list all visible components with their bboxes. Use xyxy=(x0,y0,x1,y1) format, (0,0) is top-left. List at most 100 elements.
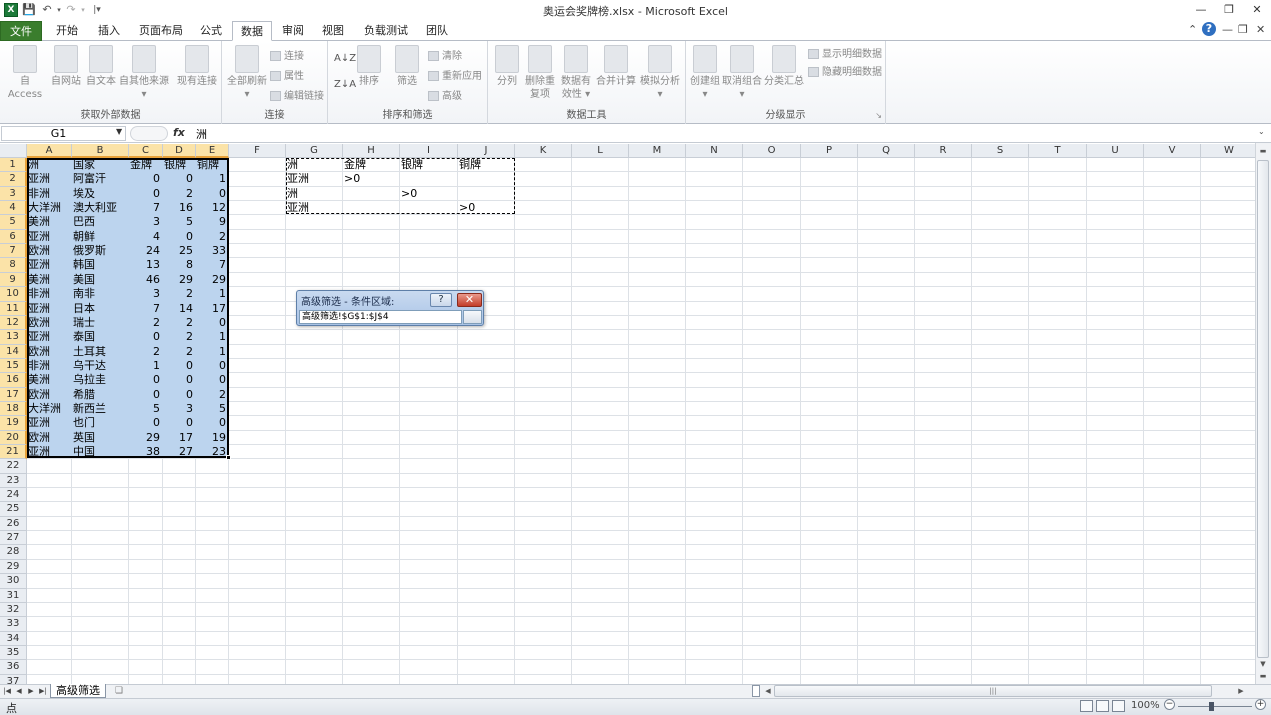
cell[interactable]: 亚洲 xyxy=(28,445,71,459)
cell[interactable]: 0 xyxy=(197,316,228,330)
row-header[interactable]: 15 xyxy=(0,358,27,374)
column-header[interactable]: C xyxy=(129,144,163,158)
cell[interactable]: 0 xyxy=(197,187,228,201)
prev-sheet-icon[interactable]: ◀ xyxy=(14,685,24,697)
row-header[interactable]: 29 xyxy=(0,559,27,575)
row-header[interactable]: 27 xyxy=(0,531,27,546)
column-header[interactable]: A xyxy=(27,144,72,158)
row-header[interactable]: 21 xyxy=(0,445,27,460)
cell[interactable]: 亚洲 xyxy=(28,230,71,244)
column-header[interactable]: V xyxy=(1144,144,1201,158)
text-to-columns-button[interactable]: 分列 xyxy=(492,45,522,88)
tab-team[interactable]: 团队 xyxy=(420,21,454,41)
cell[interactable]: 2 xyxy=(130,316,162,330)
cell[interactable]: 29 xyxy=(164,273,195,287)
cell[interactable]: 5 xyxy=(197,402,228,416)
cell[interactable]: 0 xyxy=(164,388,195,402)
row-header[interactable]: 3 xyxy=(0,186,27,202)
cell[interactable]: 新西兰 xyxy=(73,402,128,416)
cell[interactable]: 17 xyxy=(164,431,195,445)
column-header[interactable]: W xyxy=(1201,144,1258,158)
cell[interactable]: 29 xyxy=(197,273,228,287)
cell[interactable]: 亚洲 xyxy=(28,258,71,272)
from-web-button[interactable]: 自网站 xyxy=(50,45,82,88)
cell[interactable]: 2 xyxy=(197,230,228,244)
tab-page-layout[interactable]: 页面布局 xyxy=(134,21,188,41)
next-sheet-icon[interactable]: ▶ xyxy=(26,685,36,697)
cell[interactable]: 3 xyxy=(164,402,195,416)
edit-links-button[interactable]: 编辑链接 xyxy=(270,87,324,102)
cell[interactable]: 24 xyxy=(130,244,162,258)
tab-formulas[interactable]: 公式 xyxy=(194,21,228,41)
cell[interactable]: 3 xyxy=(130,215,162,229)
row-header[interactable]: 25 xyxy=(0,502,27,517)
cell[interactable]: 韩国 xyxy=(73,258,128,272)
cell[interactable]: 银牌 xyxy=(164,158,195,172)
row-header[interactable]: 24 xyxy=(0,488,27,503)
row-header[interactable]: 20 xyxy=(0,430,27,446)
column-header[interactable]: L xyxy=(572,144,629,158)
minimize-icon[interactable]: — xyxy=(1192,2,1210,18)
scroll-right-icon[interactable]: ▶ xyxy=(1234,685,1248,697)
row-header[interactable]: 28 xyxy=(0,545,27,560)
from-other-sources-button[interactable]: 自其他来源 ▾ xyxy=(118,45,170,101)
scroll-split-bottom-icon[interactable]: ▬ xyxy=(1256,670,1270,682)
from-text-button[interactable]: 自文本 xyxy=(84,45,118,88)
formula-bar-grip[interactable] xyxy=(130,126,168,141)
cell[interactable]: 5 xyxy=(130,402,162,416)
column-header[interactable]: H xyxy=(343,144,400,158)
cell[interactable]: 12 xyxy=(197,201,228,215)
cell[interactable]: 7 xyxy=(130,302,162,316)
cell[interactable]: 2 xyxy=(197,388,228,402)
cell[interactable]: 0 xyxy=(130,330,162,344)
cell[interactable]: 朝鲜 xyxy=(73,230,128,244)
cell[interactable]: 9 xyxy=(197,215,228,229)
sort-descending-icon[interactable]: Z↓A xyxy=(334,79,356,90)
cell[interactable]: 亚洲 xyxy=(28,416,71,430)
sort-button[interactable]: 排序 xyxy=(354,45,384,88)
column-header[interactable]: B xyxy=(72,144,129,158)
what-if-analysis-button[interactable]: 模拟分析 ▾ xyxy=(638,45,682,101)
cell[interactable]: 亚洲 xyxy=(28,302,71,316)
cell[interactable]: 埃及 xyxy=(73,187,128,201)
help-icon[interactable]: ? xyxy=(1202,22,1216,36)
row-header[interactable]: 9 xyxy=(0,272,27,288)
column-header[interactable]: E xyxy=(196,144,229,158)
column-header[interactable]: N xyxy=(686,144,743,158)
cell[interactable]: 中国 xyxy=(73,445,128,459)
cell[interactable]: 29 xyxy=(130,431,162,445)
cell[interactable]: 希腊 xyxy=(73,388,128,402)
scroll-down-icon[interactable]: ▼ xyxy=(1256,658,1270,670)
cell[interactable]: 23 xyxy=(197,445,228,459)
cell[interactable]: 巴西 xyxy=(73,215,128,229)
cell[interactable]: 0 xyxy=(164,359,195,373)
cell[interactable]: 乌拉圭 xyxy=(73,373,128,387)
cell[interactable]: 铜牌 xyxy=(197,158,228,172)
cell[interactable]: 7 xyxy=(130,201,162,215)
column-header[interactable]: K xyxy=(515,144,572,158)
cell[interactable]: 38 xyxy=(130,445,162,459)
cell[interactable]: 大洋洲 xyxy=(28,201,71,215)
zoom-level[interactable]: 100% xyxy=(1131,700,1160,711)
cell[interactable]: 27 xyxy=(164,445,195,459)
workbook-restore-icon[interactable]: ❐ xyxy=(1238,23,1248,36)
cell[interactable]: 欧洲 xyxy=(28,244,71,258)
row-header[interactable]: 7 xyxy=(0,244,27,259)
row-header[interactable]: 23 xyxy=(0,473,27,489)
select-all-button[interactable] xyxy=(0,144,27,158)
expand-dialog-icon[interactable] xyxy=(463,310,482,324)
cell[interactable]: 欧洲 xyxy=(28,316,71,330)
cell[interactable]: 欧洲 xyxy=(28,345,71,359)
close-button[interactable]: ✕ xyxy=(457,293,482,307)
scroll-left-icon[interactable]: ◀ xyxy=(761,685,775,697)
insert-sheet-icon[interactable]: ❏ xyxy=(111,685,127,697)
row-header[interactable]: 18 xyxy=(0,401,27,417)
connections-button[interactable]: 连接 xyxy=(270,47,304,62)
cell[interactable]: 2 xyxy=(130,345,162,359)
cell[interactable]: 13 xyxy=(130,258,162,272)
clear-filter-button[interactable]: 清除 xyxy=(428,47,462,62)
cell[interactable]: 俄罗斯 xyxy=(73,244,128,258)
cell[interactable]: 1 xyxy=(197,287,228,301)
tab-view[interactable]: 视图 xyxy=(316,21,350,41)
row-header[interactable]: 16 xyxy=(0,373,27,388)
